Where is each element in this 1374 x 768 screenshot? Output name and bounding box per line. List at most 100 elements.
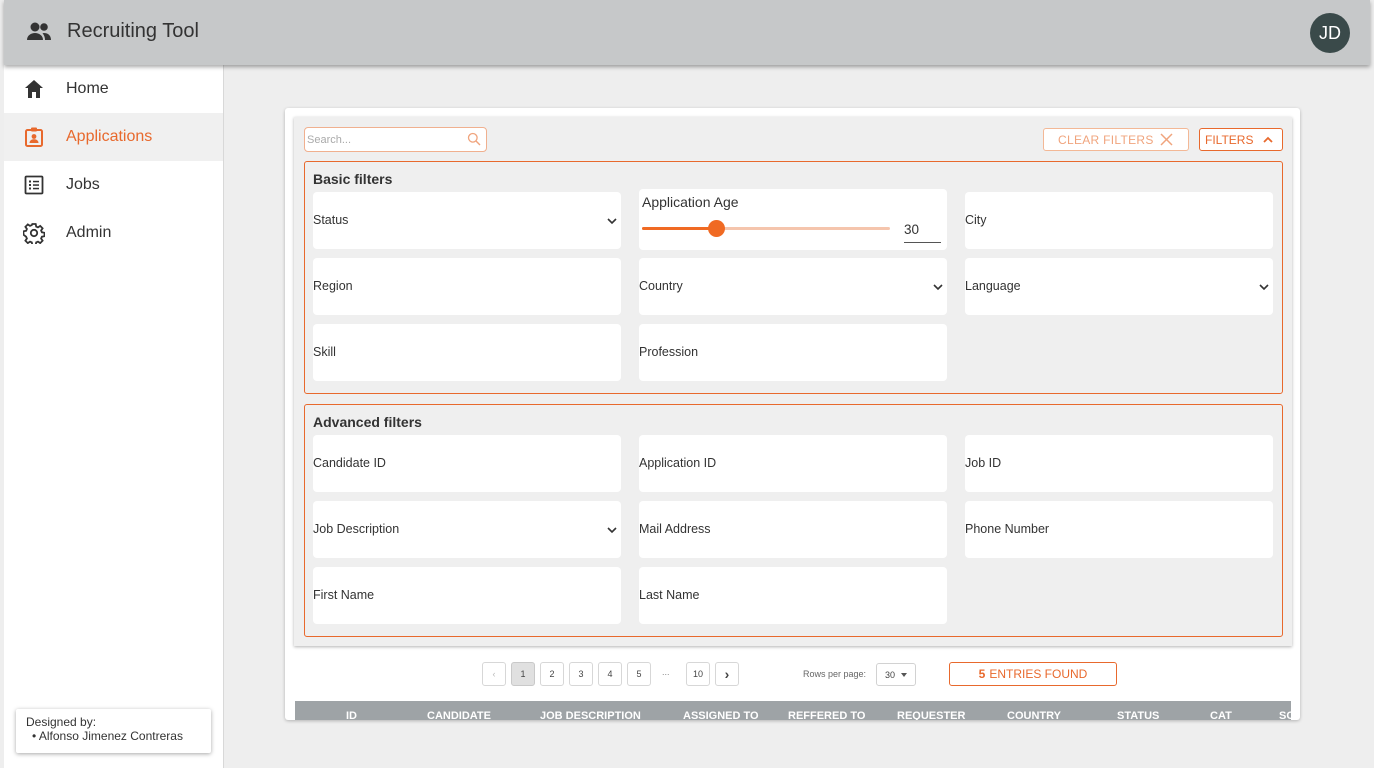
caret-down-icon [901,673,907,677]
sidebar: Home Applications Jobs Admin Designed by… [4,65,224,768]
job-description-label: Job Description [313,522,400,536]
chevron-down-icon [1259,284,1269,291]
search-box[interactable] [304,127,487,152]
application-age-filter: Application Age 30 [639,189,947,250]
entries-found-badge: 5 ENTRIES FOUND [949,662,1117,686]
candidate-id-label: Candidate ID [313,456,386,470]
last-name-field[interactable]: Last Name [639,567,947,624]
search-icon[interactable] [467,132,481,146]
advanced-filters-title: Advanced filters [313,414,422,430]
sidebar-item-jobs[interactable]: Jobs [4,161,223,209]
home-icon [25,80,43,98]
group-people-icon [27,22,51,40]
rows-per-page-select[interactable]: 30 [876,663,916,686]
page-button[interactable]: 3 [569,662,593,686]
clear-filters-button[interactable]: CLEAR FILTERS [1043,128,1189,151]
sidebar-item-label: Jobs [66,176,100,193]
city-label: City [965,213,987,227]
phone-number-label: Phone Number [965,522,1050,536]
chevron-down-icon [933,284,943,291]
app-title: Recruiting Tool [67,20,199,42]
applications-card: CLEAR FILTERS FILTERS Basic filters Stat… [285,108,1300,720]
application-age-value[interactable]: 30 [904,216,941,243]
sidebar-item-label: Admin [66,224,112,241]
column-header[interactable]: COUNTRY [1007,710,1061,720]
sidebar-item-applications[interactable]: Applications [4,113,223,161]
pagination-ellipsis: ... [662,667,670,677]
prev-page-button[interactable]: ‹ [482,662,506,686]
page-button[interactable]: 4 [598,662,622,686]
last-name-label: Last Name [639,588,700,602]
filters-toggle-button[interactable]: FILTERS [1199,128,1283,151]
next-page-button[interactable]: › [715,662,739,686]
list-icon [24,175,44,195]
entries-count: 5 [978,667,986,681]
slider-fill [642,227,717,230]
app-bar: Recruiting Tool JD [4,0,1370,65]
city-field[interactable]: City [965,192,1273,249]
slider-thumb[interactable] [708,220,726,237]
language-label: Language [965,279,1021,293]
region-field[interactable]: Region [313,258,621,315]
designer-name-item: • Alfonso Jimenez Contreras [32,729,183,743]
page-button[interactable]: 1 [511,662,535,686]
candidate-id-field[interactable]: Candidate ID [313,435,621,492]
phone-number-field[interactable]: Phone Number [965,501,1273,558]
page-button[interactable]: 10 [686,662,710,686]
status-label: Status [313,213,349,227]
job-id-field[interactable]: Job ID [965,435,1273,492]
basic-filters-title: Basic filters [313,171,393,187]
chevron-down-icon [607,218,617,225]
skill-label: Skill [313,345,336,359]
first-name-field[interactable]: First Name [313,567,621,624]
search-input[interactable] [307,130,462,149]
filters-toggle-label: FILTERS [1205,133,1254,147]
column-header[interactable]: ID [346,710,357,720]
country-select[interactable]: Country [639,258,947,315]
sidebar-item-label: Applications [66,128,153,145]
region-label: Region [313,279,353,293]
advanced-filters-group: Advanced filters Candidate ID Applicatio… [304,404,1283,637]
filters-panel: CLEAR FILTERS FILTERS Basic filters Stat… [294,117,1292,646]
chevron-down-icon [607,527,617,534]
job-description-select[interactable]: Job Description [313,501,621,558]
rows-per-page-value: 30 [885,670,896,680]
basic-filters-group: Basic filters Status Application Age 30 … [304,161,1283,394]
job-id-label: Job ID [965,456,1002,470]
mail-address-label: Mail Address [639,522,711,536]
country-label: Country [639,279,683,293]
table-header: ID CANDIDATE JOB DESCRIPTION ASSIGNED TO… [295,701,1294,720]
sidebar-item-home[interactable]: Home [4,65,223,113]
language-select[interactable]: Language [965,258,1273,315]
profession-label: Profession [639,345,699,359]
column-header[interactable]: SC [1279,710,1294,720]
user-avatar[interactable]: JD [1310,13,1350,53]
mail-address-field[interactable]: Mail Address [639,501,947,558]
profession-field[interactable]: Profession [639,324,947,381]
designer-name: Alfonso Jimenez Contreras [38,729,183,743]
column-header[interactable]: JOB DESCRIPTION [540,710,641,720]
column-header[interactable]: REFFERED TO [788,710,865,720]
sidebar-item-label: Home [66,80,109,97]
entries-label: ENTRIES FOUND [989,667,1088,681]
status-select[interactable]: Status [313,192,621,249]
sidebar-item-admin[interactable]: Admin [4,209,223,257]
page-button[interactable]: 2 [540,662,564,686]
clear-filters-label: CLEAR FILTERS [1058,133,1154,147]
application-id-field[interactable]: Application ID [639,435,947,492]
application-age-label: Application Age [642,194,739,210]
application-age-slider[interactable] [642,220,890,237]
page-button[interactable]: 5 [627,662,651,686]
designer-heading: Designed by: [26,715,97,729]
designer-credit: Designed by: • Alfonso Jimenez Contreras [16,709,211,753]
chevron-up-icon [1263,136,1273,143]
column-header[interactable]: ASSIGNED TO [683,710,759,720]
skill-field[interactable]: Skill [313,324,621,381]
applications-badge-icon [25,127,43,147]
column-header[interactable]: CAT [1210,710,1232,720]
rows-per-page-label: Rows per page: [803,669,867,679]
column-header[interactable]: STATUS [1117,710,1159,720]
column-header[interactable]: REQUESTER [897,710,965,720]
first-name-label: First Name [313,588,375,602]
column-header[interactable]: CANDIDATE [427,710,491,720]
